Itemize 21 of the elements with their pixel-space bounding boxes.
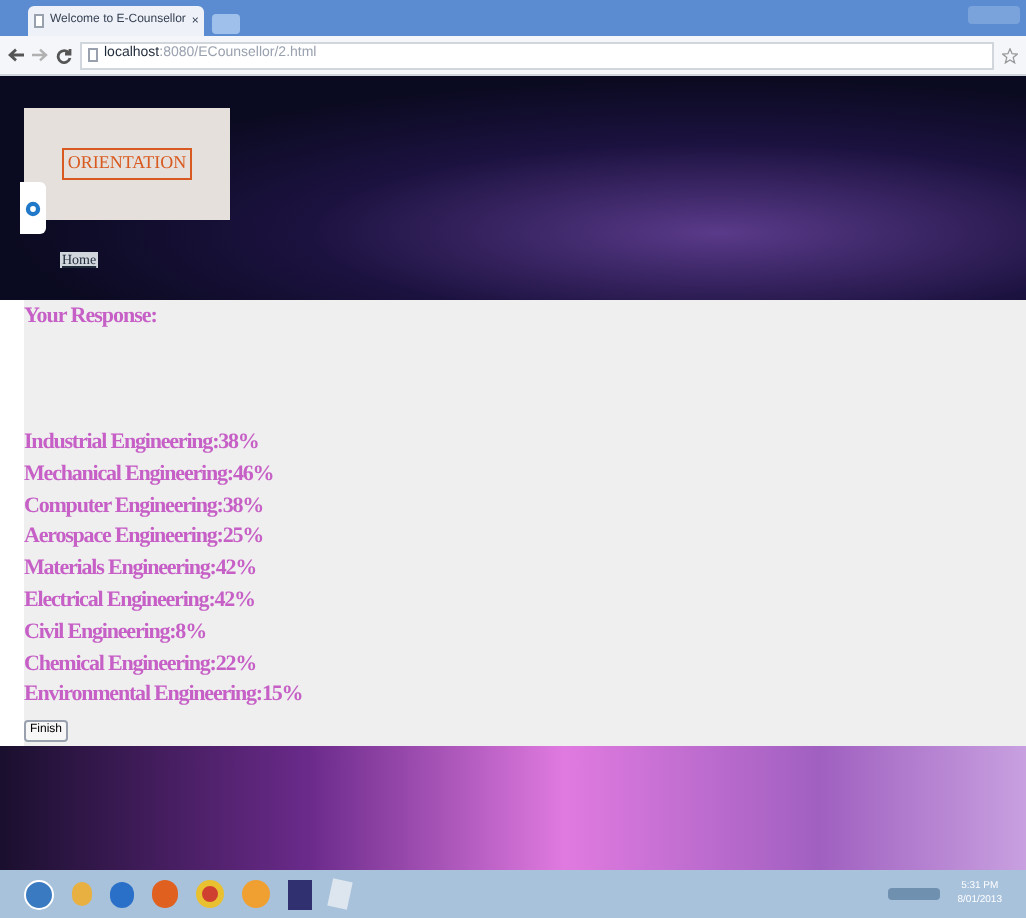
- reload-icon[interactable]: [56, 47, 72, 63]
- settings-button[interactable]: [20, 182, 46, 234]
- new-tab-button[interactable]: [212, 14, 241, 34]
- start-icon[interactable]: [24, 879, 54, 909]
- result-line: Civil Engineering:8%: [24, 617, 208, 648]
- result-line: Aerospace Engineering:25%: [24, 522, 266, 553]
- result-line: Electrical Engineering:42%: [24, 585, 257, 616]
- banner-text: ORIENTATION: [61, 148, 193, 180]
- result-line: Chemical Engineering:22%: [24, 649, 259, 680]
- result-line: Industrial Engineering:38%: [24, 428, 261, 458]
- settings-icon: [24, 199, 42, 217]
- forward-icon[interactable]: [32, 48, 48, 62]
- page-icon: [88, 48, 98, 62]
- star-icon[interactable]: [1002, 47, 1018, 63]
- response-heading: Your Response:: [24, 302, 159, 330]
- page-icon: [34, 14, 44, 28]
- result-line: Mechanical Engineering:46%: [24, 459, 276, 490]
- result-line: Computer Engineering:38%: [24, 491, 266, 522]
- back-icon[interactable]: [8, 48, 24, 62]
- result-line: Materials Engineering:42%: [24, 554, 259, 585]
- result-line: Environmental Engineering:15%: [24, 680, 305, 711]
